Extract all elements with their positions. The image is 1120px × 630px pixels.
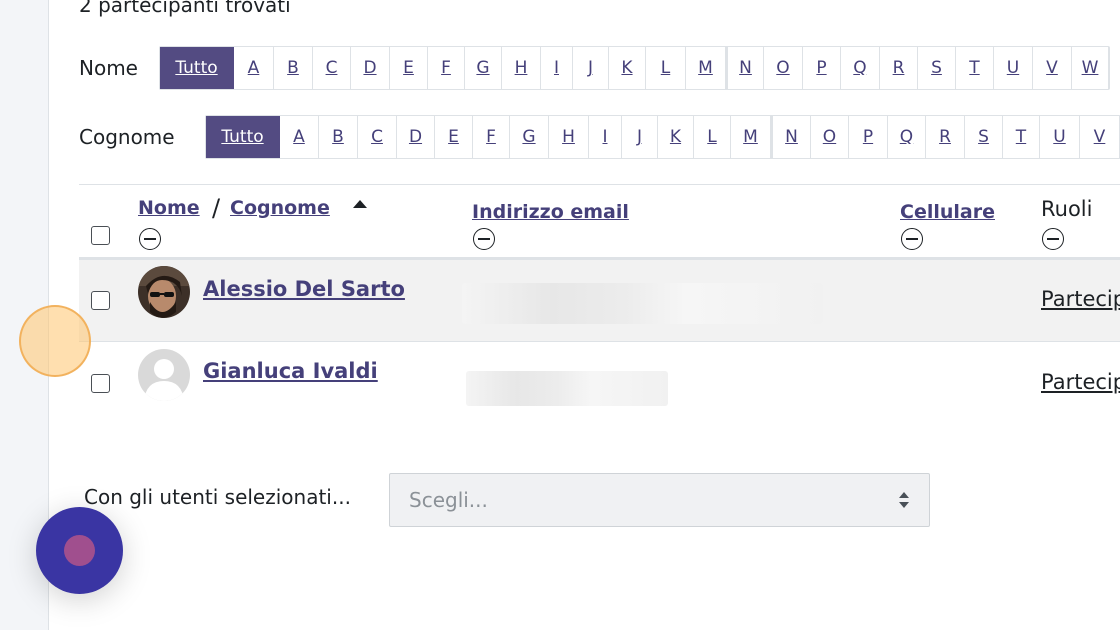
last-name-letter-s[interactable]: S xyxy=(965,116,1003,158)
first-name-letter-h[interactable]: H xyxy=(502,47,541,89)
row-divider xyxy=(79,341,1120,342)
last-name-letter-p[interactable]: P xyxy=(849,116,888,158)
user-role-link[interactable]: Partecipante xyxy=(1041,287,1120,311)
sort-ascending-icon xyxy=(353,200,367,208)
last-name-filter-label: Cognome xyxy=(79,125,175,149)
click-indicator xyxy=(19,305,91,377)
default-user-icon xyxy=(138,349,190,401)
sort-first-name-link[interactable]: Nome xyxy=(138,197,200,219)
email-redacted xyxy=(466,371,668,406)
first-name-letter-n[interactable]: N xyxy=(726,47,764,89)
fab-dot-icon xyxy=(64,535,95,566)
last-name-letter-q[interactable]: Q xyxy=(888,116,926,158)
last-name-letter-i[interactable]: I xyxy=(589,116,622,158)
last-name-letter-o[interactable]: O xyxy=(811,116,849,158)
last-name-letter-t[interactable]: T xyxy=(1003,116,1040,158)
sort-mobile-link[interactable]: Cellulare xyxy=(900,201,995,223)
table-top-border xyxy=(79,184,1120,185)
first-name-letter-k[interactable]: K xyxy=(609,47,646,89)
first-name-letter-t[interactable]: T xyxy=(956,47,994,89)
name-separator: / xyxy=(212,194,221,222)
first-name-all-button[interactable]: Tutto xyxy=(160,47,234,89)
first-name-letter-v[interactable]: V xyxy=(1033,47,1072,89)
first-name-letter-s[interactable]: S xyxy=(918,47,956,89)
first-name-letter-u[interactable]: U xyxy=(994,47,1033,89)
first-name-letter-q[interactable]: Q xyxy=(841,47,880,89)
bulk-action-label: Con gli utenti selezionati... xyxy=(84,485,351,509)
last-name-letter-f[interactable]: F xyxy=(473,116,510,158)
last-name-letter-d[interactable]: D xyxy=(397,116,435,158)
last-name-letter-b[interactable]: B xyxy=(319,116,358,158)
last-name-letter-h[interactable]: H xyxy=(549,116,589,158)
select-caret-icon xyxy=(899,492,909,508)
first-name-letter-j[interactable]: J xyxy=(573,47,609,89)
last-name-letter-j[interactable]: J xyxy=(622,116,658,158)
last-name-letter-a[interactable]: A xyxy=(280,116,319,158)
select-all-checkbox[interactable] xyxy=(91,226,110,245)
user-name-link[interactable]: Gianluca Ivaldi xyxy=(203,359,378,383)
row-select-checkbox[interactable] xyxy=(91,291,110,310)
sort-last-name-link[interactable]: Cognome xyxy=(230,197,330,219)
first-name-letter-p[interactable]: P xyxy=(803,47,841,89)
first-name-letter-group: Tutto ABCDEFGHIJKLMNOPQRSTUVW xyxy=(159,46,1110,90)
first-name-letter-b[interactable]: B xyxy=(274,47,313,89)
roles-column-header: Ruoli xyxy=(1041,197,1093,221)
user-name-link[interactable]: Alessio Del Sarto xyxy=(203,277,405,301)
last-name-all-button[interactable]: Tutto xyxy=(206,116,280,158)
collapse-email-column-icon[interactable] xyxy=(473,228,495,250)
first-name-letter-a[interactable]: A xyxy=(234,47,274,89)
last-name-letter-l[interactable]: L xyxy=(694,116,731,158)
first-name-letter-f[interactable]: F xyxy=(428,47,465,89)
last-name-letter-v[interactable]: V xyxy=(1080,116,1120,158)
select-placeholder: Scegli... xyxy=(409,488,488,512)
last-name-letter-n[interactable]: N xyxy=(771,116,811,158)
first-name-filter-label: Nome xyxy=(79,56,138,80)
collapse-mobile-column-icon[interactable] xyxy=(901,228,923,250)
last-name-letter-m[interactable]: M xyxy=(731,116,771,158)
collapse-name-column-icon[interactable] xyxy=(139,228,161,250)
floating-action-button[interactable] xyxy=(36,507,123,594)
bulk-action-select[interactable]: Scegli... xyxy=(389,473,930,527)
user-avatar xyxy=(138,266,190,318)
last-name-letter-u[interactable]: U xyxy=(1040,116,1080,158)
first-name-initials-bar: Nome Tutto ABCDEFGHIJKLMNOPQRSTUVW xyxy=(79,45,1110,91)
first-name-letter-m[interactable]: M xyxy=(686,47,726,89)
participants-count: 2 partecipanti trovati xyxy=(79,0,291,17)
first-name-letter-r[interactable]: R xyxy=(880,47,918,89)
collapse-roles-column-icon[interactable] xyxy=(1042,228,1064,250)
row-select-checkbox[interactable] xyxy=(91,374,110,393)
last-name-letter-k[interactable]: K xyxy=(658,116,694,158)
first-name-letter-l[interactable]: L xyxy=(646,47,686,89)
last-name-initials-bar: Cognome Tutto ABCDEFGHIJKLMNOPQRSTUV xyxy=(79,114,1120,160)
last-name-letter-group: Tutto ABCDEFGHIJKLMNOPQRSTUV xyxy=(205,115,1120,159)
first-name-letter-c[interactable]: C xyxy=(313,47,351,89)
last-name-letter-r[interactable]: R xyxy=(926,116,965,158)
first-name-letter-w[interactable]: W xyxy=(1072,47,1109,89)
user-role-link[interactable]: Partecipante xyxy=(1041,370,1120,394)
last-name-letter-c[interactable]: C xyxy=(358,116,397,158)
sort-email-link[interactable]: Indirizzo email xyxy=(472,201,629,223)
first-name-letter-d[interactable]: D xyxy=(351,47,390,89)
email-redacted xyxy=(462,283,823,324)
first-name-letter-i[interactable]: I xyxy=(541,47,573,89)
first-name-letter-o[interactable]: O xyxy=(764,47,803,89)
first-name-letter-e[interactable]: E xyxy=(390,47,428,89)
first-name-letter-g[interactable]: G xyxy=(465,47,502,89)
last-name-letter-e[interactable]: E xyxy=(435,116,473,158)
last-name-letter-g[interactable]: G xyxy=(510,116,549,158)
